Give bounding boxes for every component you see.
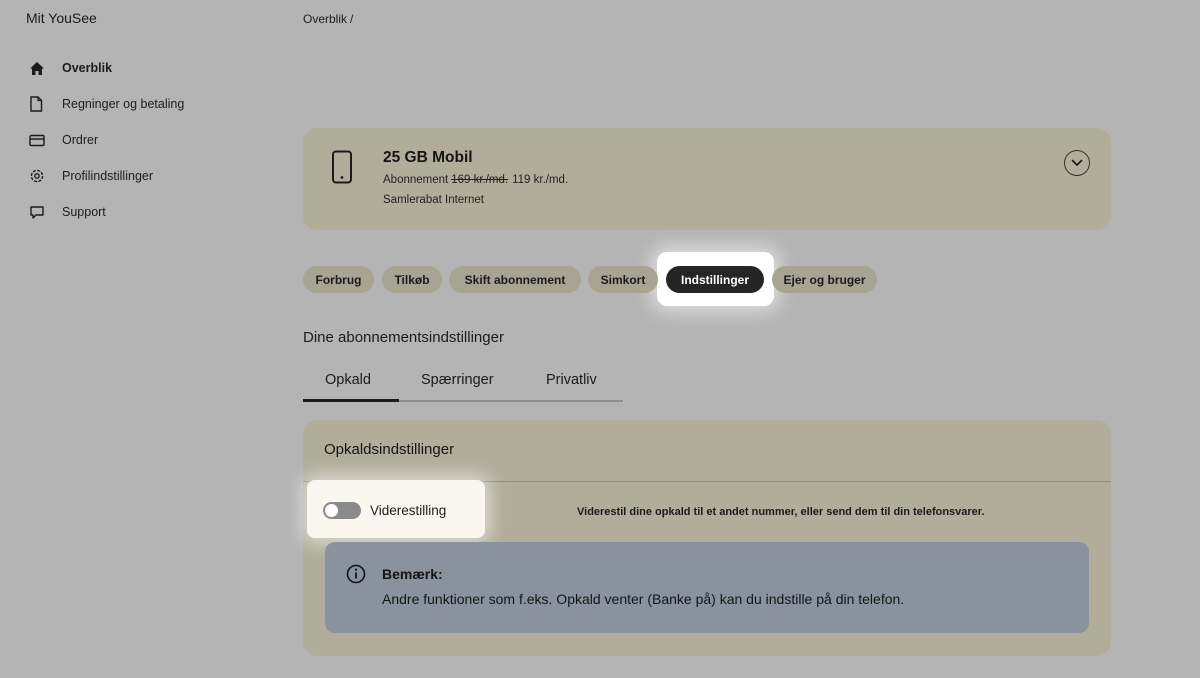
home-icon	[29, 57, 55, 79]
viderestilling-label: Viderestilling	[370, 503, 447, 518]
gear-icon	[29, 165, 55, 187]
settings-tabs: Opkald Spærringer Privatliv	[303, 366, 623, 402]
tab-opkald[interactable]: Opkald	[325, 372, 371, 388]
info-icon	[346, 564, 366, 589]
call-settings-title: Opkaldsindstillinger	[324, 441, 455, 458]
sidebar-item-label: Overblik	[62, 61, 113, 75]
sidebar-item-regninger[interactable]: Regninger og betaling	[26, 86, 266, 122]
chevron-down-icon	[1071, 154, 1083, 172]
viderestilling-toggle[interactable]	[323, 502, 361, 519]
pill-simkort[interactable]: Simkort	[588, 266, 658, 293]
note-box: Bemærk: Andre funktioner som f.eks. Opka…	[325, 542, 1089, 633]
tab-privatliv[interactable]: Privatliv	[546, 372, 597, 388]
sidebar-item-ordrer[interactable]: Ordrer	[26, 122, 266, 158]
pill-ejer-og-bruger[interactable]: Ejer og bruger	[772, 266, 877, 293]
old-price: 169 kr./md.	[451, 174, 509, 186]
active-tab-indicator	[303, 399, 399, 402]
pill-skift-abonnement[interactable]: Skift abonnement	[449, 266, 581, 293]
sidebar-item-overblik[interactable]: Overblik	[26, 50, 266, 86]
section-heading: Dine abonnementsindstillinger	[303, 329, 504, 346]
subscription-nav-pills: Forbrug Tilkøb Skift abonnement Simkort …	[303, 266, 903, 293]
card-icon	[29, 129, 55, 151]
breadcrumb: Overblik /	[303, 12, 353, 26]
expand-button[interactable]	[1064, 150, 1090, 176]
breadcrumb-item-overblik[interactable]: Overblik	[303, 12, 347, 26]
new-price: 119 kr./md.	[512, 174, 569, 186]
sidebar-item-label: Regninger og betaling	[62, 97, 185, 111]
subscription-discount: Samlerabat Internet	[383, 194, 485, 206]
note-title: Bemærk:	[382, 566, 443, 582]
subscription-price: Abonnement 169 kr./md. 119 kr./md.	[383, 174, 568, 186]
pill-tilkob[interactable]: Tilkøb	[382, 266, 442, 293]
sidebar-item-support[interactable]: Support	[26, 194, 266, 230]
breadcrumb-separator: /	[350, 12, 354, 26]
call-settings-card: Opkaldsindstillinger Viderestilling Vide…	[303, 420, 1111, 656]
toggle-knob	[325, 504, 338, 517]
sidebar-item-profilindstillinger[interactable]: Profilindstillinger	[26, 158, 266, 194]
app-title: Mit YouSee	[26, 10, 97, 26]
price-label: Abonnement	[383, 174, 449, 186]
sidebar: Overblik Regninger og betaling Ordrer Pr…	[26, 50, 266, 230]
pill-indstillinger[interactable]: Indstillinger	[666, 266, 764, 293]
sidebar-item-label: Ordrer	[62, 133, 99, 147]
tab-sperringer[interactable]: Spærringer	[421, 372, 494, 388]
sidebar-item-label: Profilindstillinger	[62, 169, 154, 183]
subscription-card: 25 GB Mobil Abonnement 169 kr./md. 119 kr.…	[303, 128, 1111, 230]
note-body: Andre funktioner som f.eks. Opkald vente…	[382, 591, 905, 607]
phone-icon	[331, 150, 353, 189]
subscription-title: 25 GB Mobil	[383, 149, 473, 166]
pill-forbrug[interactable]: Forbrug	[303, 266, 374, 293]
document-icon	[29, 93, 55, 115]
chat-icon	[29, 201, 55, 223]
viderestilling-description: Viderestil dine opkald til et andet numm…	[577, 506, 985, 518]
sidebar-item-label: Support	[62, 205, 106, 219]
